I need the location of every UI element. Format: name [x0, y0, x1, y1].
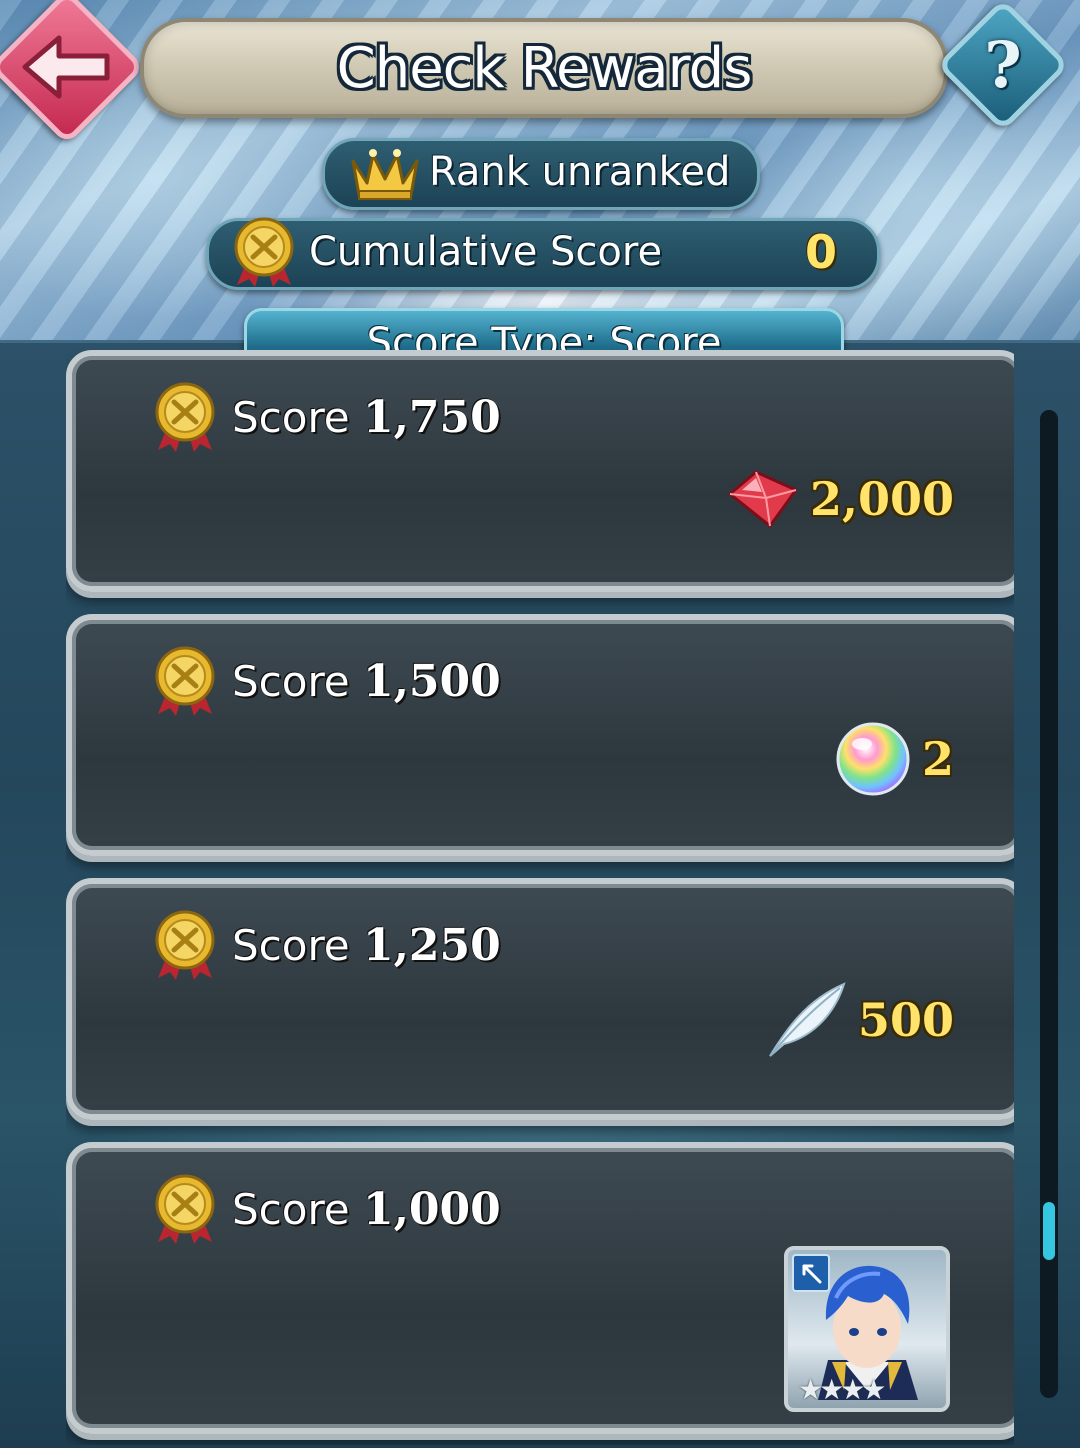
rarity-stars-icon: ★★★★: [798, 1373, 886, 1406]
reward-amount: 500: [857, 993, 954, 1047]
reward-item: 2: [834, 720, 954, 798]
rank-label: Rank unranked: [429, 149, 731, 195]
reward-card-1000: Score 1,000 ★★★★: [66, 1142, 1014, 1434]
score-medal-icon: [155, 382, 215, 452]
cumulative-score-value: 0: [804, 225, 837, 279]
reward-threshold: Score 1,750: [232, 392, 501, 443]
scrollbar[interactable]: [1040, 410, 1058, 1398]
feather-icon: [769, 982, 846, 1057]
question-mark-icon: ?: [984, 27, 1022, 103]
back-button[interactable]: [0, 0, 145, 145]
reward-list[interactable]: Score 1,750 2,000 Score 1,500 2 Score 1,…: [66, 350, 1014, 1445]
title-plate: Check Rewards: [140, 18, 948, 118]
reward-threshold: Score 1,500: [232, 656, 501, 707]
score-medal-icon: [155, 910, 215, 980]
rank-display: Rank unranked: [322, 138, 760, 210]
reward-item: 500: [766, 980, 954, 1060]
lance-icon: [792, 1254, 830, 1292]
scrollbar-thumb[interactable]: [1043, 1202, 1055, 1260]
page-title: Check Rewards: [336, 35, 753, 101]
reward-amount: 2,000: [809, 472, 954, 526]
score-medal-icon: [155, 1174, 215, 1244]
reward-item: 2,000: [726, 468, 954, 530]
score-medal-icon: [155, 646, 215, 716]
reward-threshold: Score 1,000: [232, 1184, 501, 1235]
hero-portrait[interactable]: ★★★★: [784, 1246, 950, 1412]
back-arrow-icon: [22, 35, 110, 99]
reward-card-1250: Score 1,250 500: [66, 878, 1014, 1120]
help-button[interactable]: ?: [936, 0, 1070, 132]
score-medal-icon: [234, 217, 294, 287]
cumulative-score-label: Cumulative Score: [309, 229, 663, 275]
divine-dew-sphere-icon: [836, 722, 910, 796]
reward-threshold: Score 1,250: [232, 920, 501, 971]
cumulative-score-display: Cumulative Score 0: [206, 217, 880, 290]
reward-card-1500: Score 1,500 2: [66, 614, 1014, 856]
crown-icon: [351, 149, 419, 200]
reward-card-1750: Score 1,750 2,000: [66, 350, 1014, 592]
orb-icon: [728, 470, 798, 528]
reward-amount: 2: [921, 732, 954, 786]
